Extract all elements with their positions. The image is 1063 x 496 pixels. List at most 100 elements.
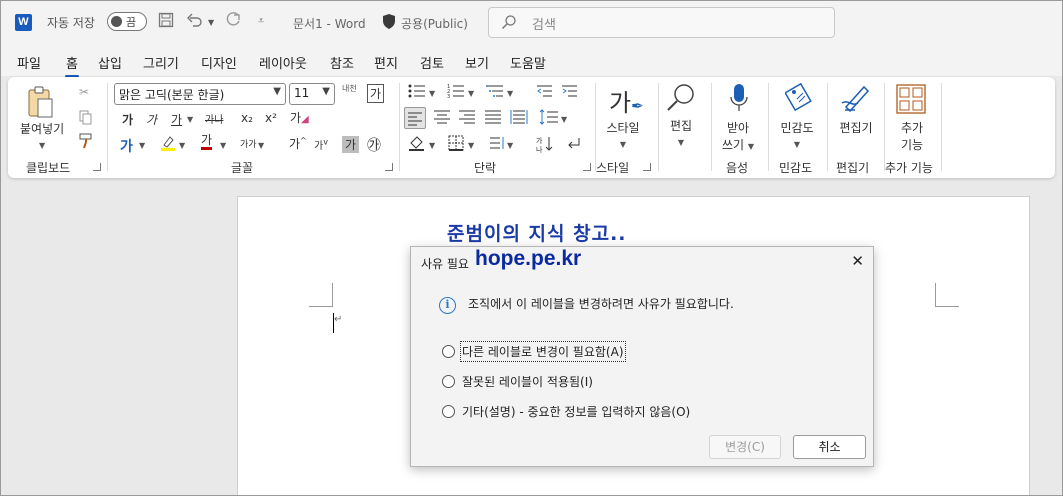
italic-button[interactable]: 가 [146,111,157,128]
align-left-button[interactable] [404,107,426,129]
line-spacing-dropdown[interactable]: ▼ [561,115,567,124]
sort-icon[interactable]: 가나 [536,135,554,156]
styles-icon[interactable]: 가✒ [609,83,644,118]
radio-button[interactable] [442,375,455,388]
paragraph-launcher[interactable] [583,163,591,171]
text-effect-dropdown[interactable]: ▼ [139,141,145,150]
line-spacing-icon[interactable] [539,108,559,129]
enclose-char-button[interactable]: ㉮ [367,135,381,155]
tab-home[interactable]: 홈 [65,53,79,78]
styles-button[interactable]: 스타일 ▼ [603,119,643,150]
close-icon[interactable]: ✕ [851,252,864,270]
borders-dropdown[interactable]: ▼ [468,141,474,150]
cut-icon[interactable]: ✂ [79,85,89,99]
sensitivity-icon[interactable] [784,82,813,116]
strikethrough-button[interactable]: 가나 [205,111,223,126]
decrease-indent-icon[interactable] [536,83,553,102]
change-button[interactable]: 변경(C) [709,435,781,459]
editor-icon[interactable] [840,83,872,116]
sensitivity-button[interactable]: 민감도 ▼ [775,119,819,150]
underline-dropdown[interactable]: ▼ [187,115,193,124]
numbering-dropdown[interactable]: ▼ [468,89,474,98]
tab-design[interactable]: 디자인 [201,53,237,72]
format-painter-icon[interactable] [79,133,95,152]
customize-icon[interactable]: ⩡ [258,14,264,28]
tab-draw[interactable]: 그리기 [143,53,179,72]
font-name-combo[interactable]: 맑은 고딕(본문 한글) ▼ [114,83,286,105]
redo-icon[interactable] [224,12,242,32]
document-body-text[interactable]: 준범이의 지식 창고.. [447,219,627,246]
highlight-button[interactable] [160,135,176,154]
find-icon[interactable] [666,83,696,116]
paste-label: 붙여넣기 [20,122,65,136]
shading-dropdown[interactable]: ▼ [429,141,435,150]
chevron-down-icon: ▼ [322,86,330,97]
tab-references[interactable]: 참조 [330,53,354,72]
undo-dropdown-icon[interactable]: ▼ [208,18,214,27]
borders-icon[interactable] [448,135,464,154]
font-launcher[interactable] [385,163,393,171]
reason-option-label[interactable]: 잘못된 레이블이 적용됨(I) [462,373,593,390]
clipboard-launcher[interactable] [93,163,101,171]
radio-button[interactable] [442,345,455,358]
align-right-icon[interactable] [458,108,476,129]
text-effect-button[interactable]: 가 [120,136,133,156]
undo-icon[interactable] [186,12,204,32]
editor-button[interactable]: 편집기 [834,119,878,136]
search-box[interactable]: 검색 [488,7,835,38]
tab-mailings[interactable]: 편지 [374,53,398,72]
save-icon[interactable] [158,12,174,32]
show-marks-icon[interactable] [565,135,581,154]
tab-layout[interactable]: 레이아웃 [259,53,307,72]
font-color-dropdown[interactable]: ▼ [220,141,226,150]
numbering-icon[interactable]: 123 [447,83,465,102]
superscript-button[interactable]: x² [265,111,277,125]
sensitivity-label[interactable]: 공용(Public) [401,15,468,32]
char-shading-button[interactable]: 가 [342,136,360,153]
distribute-icon[interactable] [510,108,528,129]
tab-file[interactable]: 파일 [17,53,41,72]
paste-icon[interactable] [26,85,54,122]
dictate-button[interactable]: 받아 쓰기 ▼ [716,119,760,153]
multilevel-dropdown[interactable]: ▼ [507,89,513,98]
copy-icon[interactable] [79,110,93,128]
font-color-button[interactable]: 가 [201,133,213,150]
asian-layout-icon[interactable] [488,135,506,154]
microphone-icon[interactable] [729,83,749,118]
change-case-button[interactable]: 가가 [240,137,257,150]
radio-button[interactable] [442,405,455,418]
svg-text:가: 가 [536,136,543,145]
increase-indent-icon[interactable] [561,83,578,102]
bullets-dropdown[interactable]: ▼ [429,89,435,98]
grow-font-button[interactable]: 가^ [289,135,307,152]
highlight-dropdown[interactable]: ▼ [179,141,185,150]
phonetic-guide-button[interactable]: 내천 [342,83,357,94]
addins-icon[interactable] [896,84,926,117]
font-size-combo[interactable]: 11 ▼ [289,83,335,105]
bullets-icon[interactable] [408,83,426,102]
autosave-toggle[interactable]: 끔 [107,12,147,31]
reason-option-label[interactable]: 다른 레이블로 변경이 필요함(A) [460,341,626,362]
tab-help[interactable]: 도움말 [510,53,546,72]
asian-layout-dropdown[interactable]: ▼ [507,141,513,150]
char-border-button[interactable]: 가 [367,84,385,103]
align-center-icon[interactable] [433,108,451,129]
reason-option-label[interactable]: 기타(설명) - 중요한 정보를 입력하지 않음(O) [462,403,690,420]
paragraph-shading-icon[interactable] [408,135,426,154]
tab-review[interactable]: 검토 [420,53,444,72]
cancel-button[interactable]: 취소 [793,435,866,459]
multilevel-list-icon[interactable] [486,83,504,102]
styles-launcher[interactable] [643,163,651,171]
clear-format-button[interactable]: 가◢ [290,109,309,126]
tab-insert[interactable]: 삽입 [98,53,122,72]
underline-button[interactable]: 가 [171,111,182,128]
change-case-dropdown[interactable]: ▼ [258,141,264,150]
subscript-button[interactable]: x₂ [241,111,253,125]
shrink-font-button[interactable]: 가v [314,137,328,152]
editing-button[interactable]: 편집 ▼ [661,117,701,148]
addins-button[interactable]: 추가 기능 [891,119,933,153]
tab-view[interactable]: 보기 [465,53,489,72]
bold-button[interactable]: 가 [122,111,133,128]
justify-icon[interactable] [484,108,502,129]
paste-button[interactable]: 붙여넣기 ▼ [20,120,64,151]
